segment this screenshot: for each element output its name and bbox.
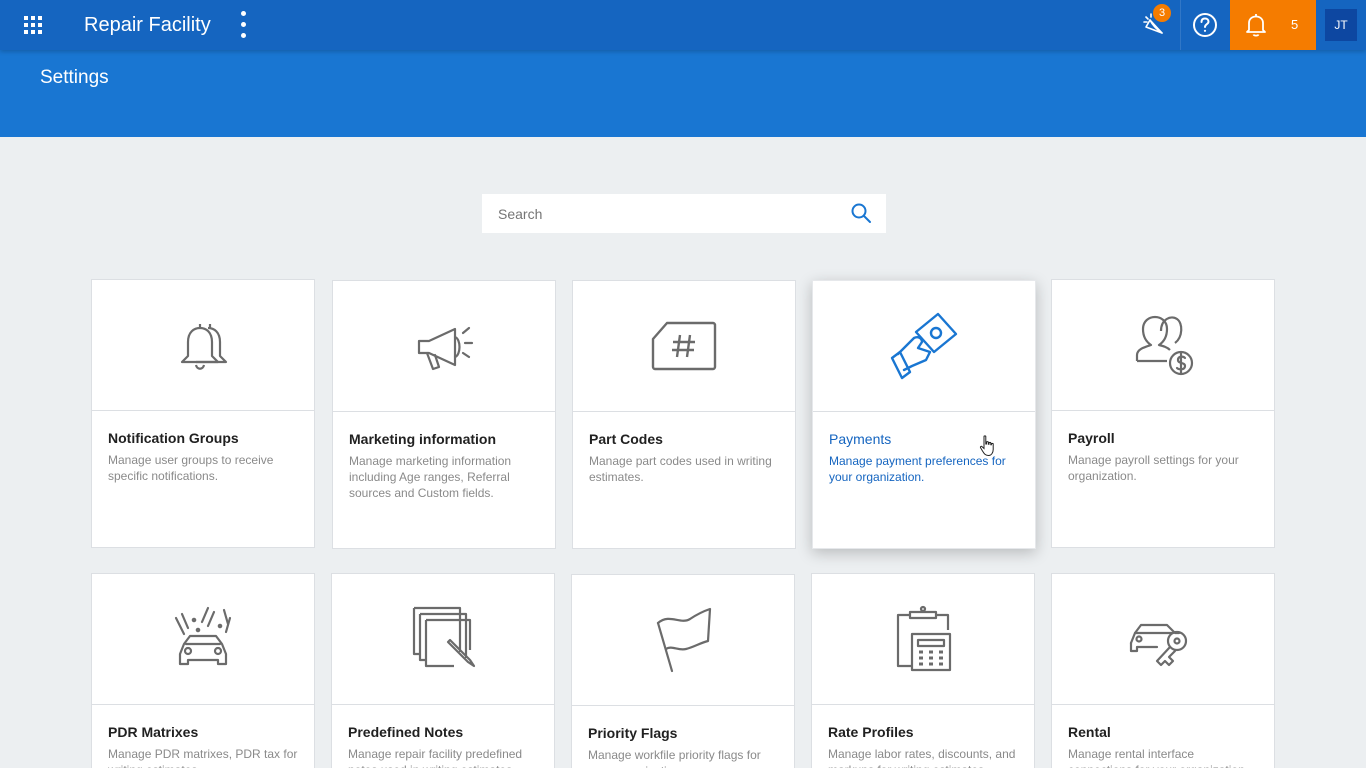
card-title: Priority Flags [588,725,678,741]
card-title: Rental [1068,724,1111,740]
flag-icon [656,607,712,673]
help-button[interactable] [1180,0,1228,50]
card-description: Manage user groups to receive specific n… [108,453,274,483]
card-title: PDR Matrixes [108,724,199,740]
notifications-button[interactable] [1230,0,1316,50]
card-title: Part Codes [589,431,663,447]
card-description: Manage labor rates, discounts, and marku… [828,747,1016,768]
card-description: Manage rental interface connections for … [1068,747,1248,768]
top-app-bar: Repair Facility 3 5 JT [0,0,1366,50]
search-input[interactable] [482,194,842,233]
card-payments[interactable]: Payments Manage payment preferences for … [812,280,1036,549]
card-title: Rate Profiles [828,724,914,740]
page-title: Settings [40,67,109,88]
card-predefined-notes[interactable]: Predefined Notes Manage repair facility … [331,573,555,768]
card-description: Manage workfile priority flags for your … [588,748,761,768]
card-payroll[interactable]: Payroll Manage payroll settings for your… [1051,279,1275,548]
card-description: Manage payroll settings for your organiz… [1068,453,1239,483]
card-title: Notification Groups [108,430,239,446]
card-title: Payroll [1068,430,1115,446]
card-notification-groups[interactable]: Notification Groups Manage user groups t… [91,279,315,548]
avatar[interactable]: JT [1325,9,1357,41]
search-box [482,194,886,233]
hand-cursor-icon [979,435,994,457]
card-pdr-matrixes[interactable]: PDR Matrixes Manage PDR matrixes, PDR ta… [91,573,315,768]
celebrate-badge: 3 [1153,4,1171,22]
hash-tag-icon [651,321,717,371]
notes-pencil-icon [412,606,476,668]
app-title: Repair Facility [84,14,211,36]
bell-icon [1246,14,1266,37]
card-part-codes[interactable]: Part Codes Manage part codes used in wri… [572,280,796,549]
card-priority-flags[interactable]: Priority Flags Manage workfile priority … [571,574,795,768]
card-description: Manage part codes used in writing estima… [589,454,772,484]
car-hail-icon [174,606,232,666]
help-circle-icon [1192,13,1217,37]
card-rental[interactable]: Rental Manage rental interface connectio… [1051,573,1275,768]
card-description: Manage marketing information including A… [349,454,512,500]
card-marketing-information[interactable]: Marketing information Manage marketing i… [332,280,556,549]
card-title: Payments [829,431,892,447]
more-vertical-icon[interactable] [239,11,247,39]
users-dollar-icon [1135,315,1194,376]
card-title: Marketing information [349,431,497,447]
apps-grid-icon[interactable] [24,16,42,34]
notifications-count: 5 [1291,17,1299,32]
card-rate-profiles[interactable]: Rate Profiles Manage labor rates, discou… [811,573,1035,768]
card-description: Manage repair facility predefined notes … [348,747,523,768]
card-title: Predefined Notes [348,724,464,740]
search-icon[interactable] [850,202,872,224]
car-key-icon [1129,623,1188,667]
card-description: Manage payment preferences for your orga… [829,454,1006,484]
hand-money-icon [890,312,958,380]
page-header: Settings [0,50,1366,137]
megaphone-icon [417,326,474,371]
clipboard-calculator-icon [896,605,952,672]
card-description: Manage PDR matrixes, PDR tax for writing… [108,747,298,768]
bell-icon [180,324,228,370]
